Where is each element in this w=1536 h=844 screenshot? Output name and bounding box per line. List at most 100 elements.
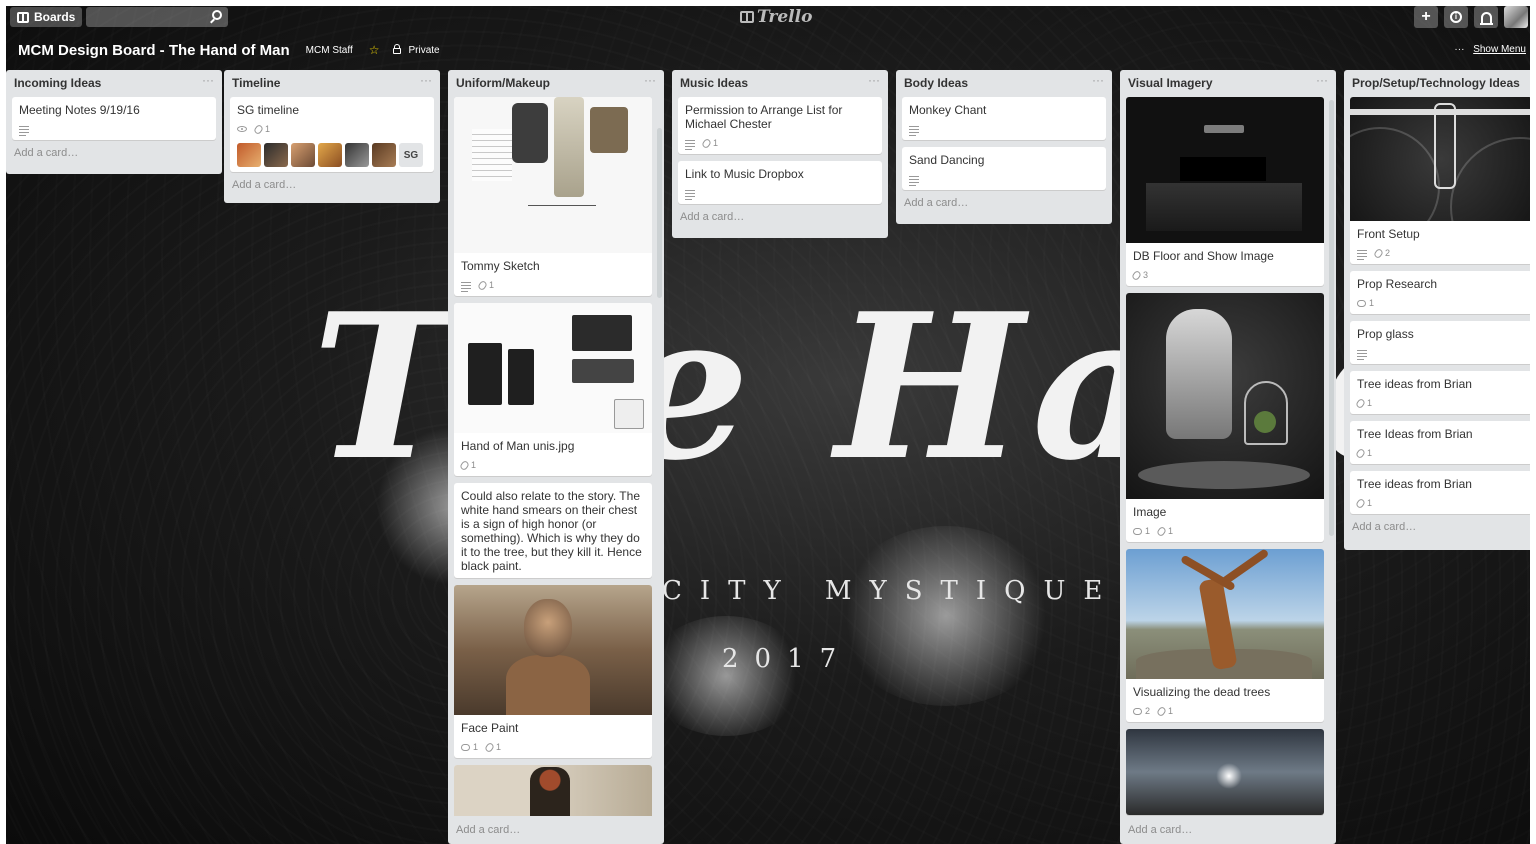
user-avatar[interactable] (1504, 6, 1528, 28)
list-title[interactable]: Incoming Ideas (14, 76, 101, 94)
list-menu-icon[interactable]: ··· (644, 74, 656, 94)
member-avatar[interactable] (237, 143, 261, 167)
card[interactable]: Meeting Notes 9/19/16 (12, 97, 216, 140)
top-header: Boards Trello + i (6, 6, 1530, 28)
card[interactable]: Tree ideas from Brian 1 (1350, 371, 1530, 414)
list-title[interactable]: Music Ideas (680, 76, 748, 94)
description-icon (685, 189, 695, 200)
comment-badge: 1 (1357, 298, 1374, 308)
add-card-link[interactable]: Add a card… (672, 211, 888, 231)
card[interactable]: Monkey Chant (902, 97, 1106, 140)
card[interactable]: Tree ideas from Brian 1 (1350, 471, 1530, 514)
list-title[interactable]: Body Ideas (904, 76, 968, 94)
board-title[interactable]: MCM Design Board - The Hand of Man (18, 42, 290, 59)
card[interactable]: SG timeline 1 SG (230, 97, 434, 172)
more-icon: ··· (1454, 44, 1465, 55)
list-uniform-makeup[interactable]: Uniform/Makeup ··· Tommy Sketch 1 Hand o… (448, 70, 664, 844)
list-body-ideas[interactable]: Body Ideas ··· Monkey Chant Sand Dancing… (896, 70, 1112, 224)
comment-icon (1357, 299, 1366, 307)
card[interactable]: Face Paint 1 1 (454, 585, 652, 758)
trello-logo[interactable]: Trello (740, 7, 812, 27)
list-timeline[interactable]: Timeline ··· SG timeline 1 SG Add a card… (224, 70, 440, 203)
attachment-icon (484, 741, 495, 753)
member-avatar[interactable] (264, 143, 288, 167)
add-card-link[interactable]: Add a card… (1344, 521, 1530, 541)
card[interactable]: Permission to Arrange List for Michael C… (678, 97, 882, 154)
card-title: Meeting Notes 9/19/16 (19, 103, 140, 117)
show-menu-button[interactable]: ··· Show Menu (1454, 44, 1526, 55)
card[interactable]: Image 1 1 (1126, 293, 1324, 542)
list-menu-icon[interactable]: ··· (1092, 74, 1104, 94)
list-incoming-ideas[interactable]: Incoming Ideas ··· Meeting Notes 9/19/16… (6, 70, 222, 174)
card-title: Visualizing the dead trees (1133, 685, 1271, 699)
card[interactable]: Link to Music Dropbox (678, 161, 882, 204)
comment-badge: 2 (1133, 706, 1150, 716)
member-avatar[interactable] (345, 143, 369, 167)
attachment-badge: 2 (1373, 247, 1390, 259)
card[interactable]: Sand Dancing (902, 147, 1106, 190)
member-avatar[interactable] (318, 143, 342, 167)
notifications-button[interactable] (1474, 6, 1498, 28)
add-card-link[interactable]: Add a card… (448, 818, 528, 844)
attachment-badge: 1 (459, 459, 476, 471)
list-scrollbar[interactable] (657, 128, 662, 298)
card-title: Permission to Arrange List for Michael C… (685, 103, 843, 131)
comment-badge: 1 (461, 742, 478, 752)
boards-button[interactable]: Boards (10, 7, 83, 27)
search-input[interactable] (86, 7, 229, 27)
card-title: Image (1133, 505, 1167, 519)
list-menu-icon[interactable]: ··· (868, 74, 880, 94)
card[interactable]: Hand of Man unis.jpg 1 (454, 303, 652, 476)
list-visual-imagery[interactable]: Visual Imagery ··· DB Floor and Show Ima… (1120, 70, 1336, 844)
card[interactable]: Could also relate to the story. The whit… (454, 483, 652, 578)
card-cover-image (1126, 97, 1324, 243)
card[interactable] (454, 765, 652, 816)
attachment-badge: 1 (1355, 447, 1372, 459)
star-icon[interactable]: ☆ (369, 43, 380, 57)
card[interactable]: Prop Research 1 (1350, 271, 1530, 314)
attachment-icon (253, 123, 264, 135)
board-canvas: The Hand of Ma CITY MYSTIQUE 2017 Boards… (6, 6, 1530, 844)
member-avatar[interactable] (291, 143, 315, 167)
attachment-badge: 1 (1156, 705, 1173, 717)
plus-icon: + (1421, 8, 1431, 25)
add-card-link[interactable]: Add a card… (896, 197, 1112, 217)
add-card-link[interactable]: Add a card… (224, 179, 440, 199)
card[interactable] (1126, 729, 1324, 815)
list-title[interactable]: Uniform/Makeup (456, 76, 550, 94)
card-title: Tree ideas from Brian (1357, 377, 1472, 391)
show-menu-label: Show Menu (1473, 44, 1526, 55)
board-header: MCM Design Board - The Hand of Man MCM S… (6, 39, 1530, 61)
list-title[interactable]: Visual Imagery (1128, 76, 1213, 94)
list-title[interactable]: Prop/Setup/Technology Ideas (1352, 76, 1520, 94)
visibility-label[interactable]: Private (408, 45, 439, 56)
list-title[interactable]: Timeline (232, 76, 280, 94)
card[interactable]: Visualizing the dead trees 2 1 (1126, 549, 1324, 722)
member-initials[interactable]: SG (399, 143, 423, 167)
card-title: Hand of Man unis.jpg (461, 439, 575, 453)
card[interactable]: Tree Ideas from Brian 1 (1350, 421, 1530, 464)
info-button[interactable]: i (1444, 6, 1468, 28)
create-button[interactable]: + (1414, 6, 1438, 28)
attachment-icon (1156, 525, 1167, 537)
list-prop-setup-technology-ideas[interactable]: Prop/Setup/Technology Ideas Front Setup … (1344, 70, 1530, 550)
card[interactable]: Front Setup 2 (1350, 97, 1530, 264)
description-icon (1357, 249, 1367, 260)
list-menu-icon[interactable]: ··· (1316, 74, 1328, 94)
card[interactable]: DB Floor and Show Image 3 (1126, 97, 1324, 286)
card[interactable]: Tommy Sketch 1 (454, 97, 652, 296)
comment-icon (1133, 707, 1142, 715)
card-cover-image (454, 97, 652, 253)
add-card-link[interactable]: Add a card… (1120, 818, 1200, 844)
add-card-link[interactable]: Add a card… (6, 147, 222, 167)
card[interactable]: Prop glass (1350, 321, 1530, 364)
description-icon (685, 139, 695, 150)
comment-icon (461, 743, 470, 751)
member-avatar[interactable] (372, 143, 396, 167)
list-menu-icon[interactable]: ··· (202, 74, 214, 94)
list-music-ideas[interactable]: Music Ideas ··· Permission to Arrange Li… (672, 70, 888, 238)
team-name[interactable]: MCM Staff (306, 45, 353, 56)
list-scrollbar[interactable] (1329, 100, 1334, 536)
attachment-badge: 1 (1156, 525, 1173, 537)
list-menu-icon[interactable]: ··· (420, 74, 432, 94)
